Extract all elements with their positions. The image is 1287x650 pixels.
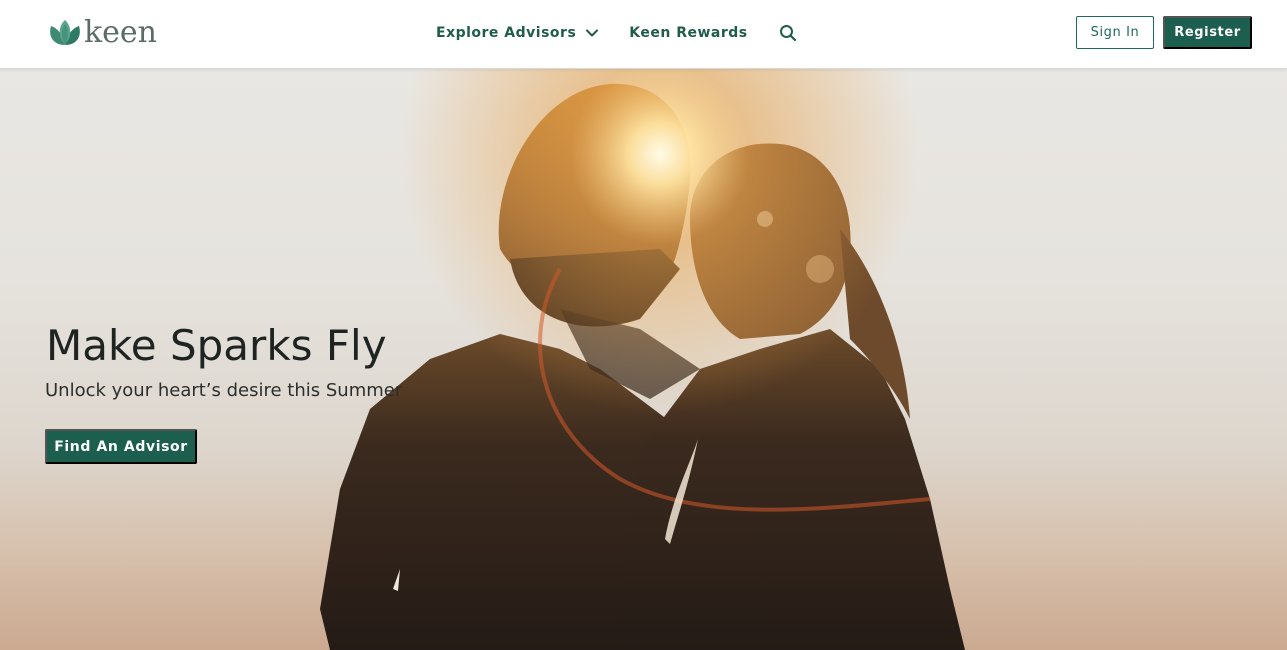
search-icon[interactable] <box>779 24 797 42</box>
main-nav: Explore Advisors Keen Rewards <box>436 22 797 44</box>
hero-banner: Make Sparks Fly Unlock your heart’s desi… <box>0 69 1287 650</box>
chevron-down-icon <box>586 25 599 41</box>
hero-title: Make Sparks Fly <box>46 321 387 370</box>
nav-explore-advisors[interactable]: Explore Advisors <box>436 25 599 41</box>
logo-wordmark: keen <box>84 14 158 50</box>
sign-in-button[interactable]: Sign In <box>1076 16 1154 49</box>
find-advisor-button[interactable]: Find An Advisor <box>45 429 197 464</box>
hero-subtitle: Unlock your heart’s desire this Summer <box>45 380 403 401</box>
leaf-logo-icon <box>47 18 83 48</box>
nav-rewards-label: Keen Rewards <box>629 25 748 41</box>
nav-explore-label: Explore Advisors <box>436 25 577 41</box>
site-header: keen Explore Advisors Keen Rewards Sign … <box>0 0 1287 69</box>
register-button[interactable]: Register <box>1163 16 1252 49</box>
keen-logo[interactable]: keen <box>47 14 158 50</box>
nav-keen-rewards[interactable]: Keen Rewards <box>629 25 747 41</box>
